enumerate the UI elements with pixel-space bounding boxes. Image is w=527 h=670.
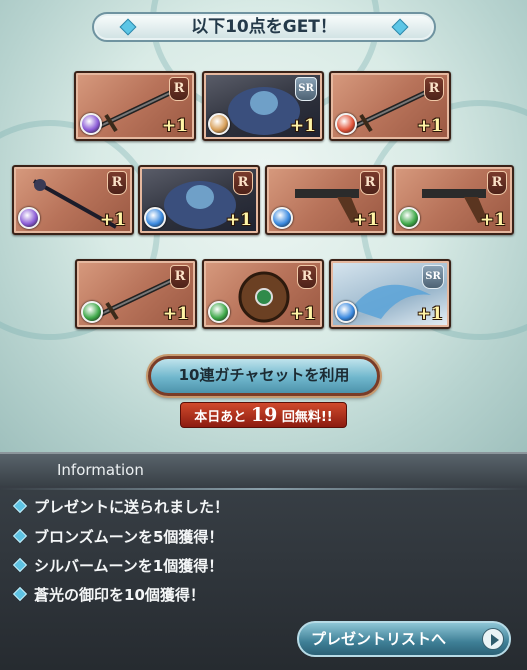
item-card-character[interactable]: SR +1 [202,71,324,141]
info-message: 蒼光の御印を10個獲得！ [12,584,205,606]
item-card-sword[interactable]: R +1 [329,71,451,141]
item-count: +1 [352,210,379,230]
crystal-icon [391,18,409,36]
rarity-badge: SR [422,265,444,289]
banner-title: 以下10点をGET！ [191,17,337,37]
free-draws-badge: 本日あと 19 回無料!! [180,402,347,428]
item-card-gun[interactable]: R +1 [392,165,514,235]
item-count: +1 [289,304,316,324]
item-card-sword[interactable]: R +1 [74,71,196,141]
item-count: +1 [289,116,316,136]
item-count: +1 [416,304,443,324]
water-element-icon [144,207,166,229]
item-card-summon[interactable]: SR +1 [329,259,451,329]
diamond-bullet-icon [12,498,28,513]
free-prefix: 本日あと [194,410,247,425]
item-card-sword[interactable]: R +1 [75,259,197,329]
info-message: ブロンズムーンを5個獲得！ [12,526,224,548]
item-count: +1 [99,210,126,230]
dark-element-icon [18,207,40,229]
fire-element-icon [335,113,357,135]
diamond-bullet-icon [12,528,28,543]
item-card-gun[interactable]: R +1 [265,165,387,235]
dark-element-icon [80,113,102,135]
wind-element-icon [208,301,230,323]
info-message-text: プレゼントに送られました！ [34,498,230,516]
play-arrow-icon [482,628,504,650]
ten-draw-button[interactable]: 10連ガチャセットを利用 [148,356,380,396]
info-message-text: ブロンズムーンを5個獲得！ [34,528,224,546]
info-message: プレゼントに送られました！ [12,496,230,518]
gacha-result-area: 以下10点をGET！ R +1 SR +1 R +1 R +1 R +1 R +1 R +1 R +1 R +1 S… [0,0,527,452]
rarity-badge: R [424,77,444,101]
free-suffix: 回無料!! [281,410,333,425]
water-element-icon [335,301,357,323]
item-count: +1 [162,304,189,324]
free-count: 19 [250,404,278,426]
item-count: +1 [225,210,252,230]
crystal-icon [119,18,137,36]
rarity-badge: R [233,171,253,195]
rarity-badge: R [107,171,127,195]
diamond-bullet-icon [12,586,28,601]
information-title: Information [57,461,144,479]
diamond-bullet-icon [12,557,28,572]
info-message-text: 蒼光の御印を10個獲得！ [34,586,205,604]
rarity-badge: SR [295,77,317,101]
result-banner: 以下10点をGET！ [92,12,436,42]
item-card-shield[interactable]: R +1 [202,259,324,329]
rarity-badge: R [360,171,380,195]
info-message: シルバームーンを1個獲得！ [12,555,224,577]
item-card-spear[interactable]: R +1 [12,165,134,235]
light-element-icon [208,113,230,135]
present-list-button[interactable]: プレゼントリストへ [297,621,511,657]
ten-draw-label: 10連ガチャセットを利用 [178,366,350,384]
present-list-label: プレゼントリストへ [311,630,447,648]
rarity-badge: R [169,77,189,101]
item-count: +1 [161,116,188,136]
item-count: +1 [416,116,443,136]
wind-element-icon [81,301,103,323]
information-header: Information [0,452,527,486]
water-element-icon [271,207,293,229]
information-panel: Information プレゼントに送られました！ ブロンズムーンを5個獲得！ … [0,452,527,670]
wind-element-icon [398,207,420,229]
info-message-text: シルバームーンを1個獲得！ [34,557,224,575]
divider [0,488,527,490]
rarity-badge: R [487,171,507,195]
item-count: +1 [479,210,506,230]
rarity-badge: R [170,265,190,289]
item-card-character[interactable]: R +1 [138,165,260,235]
rarity-badge: R [297,265,317,289]
